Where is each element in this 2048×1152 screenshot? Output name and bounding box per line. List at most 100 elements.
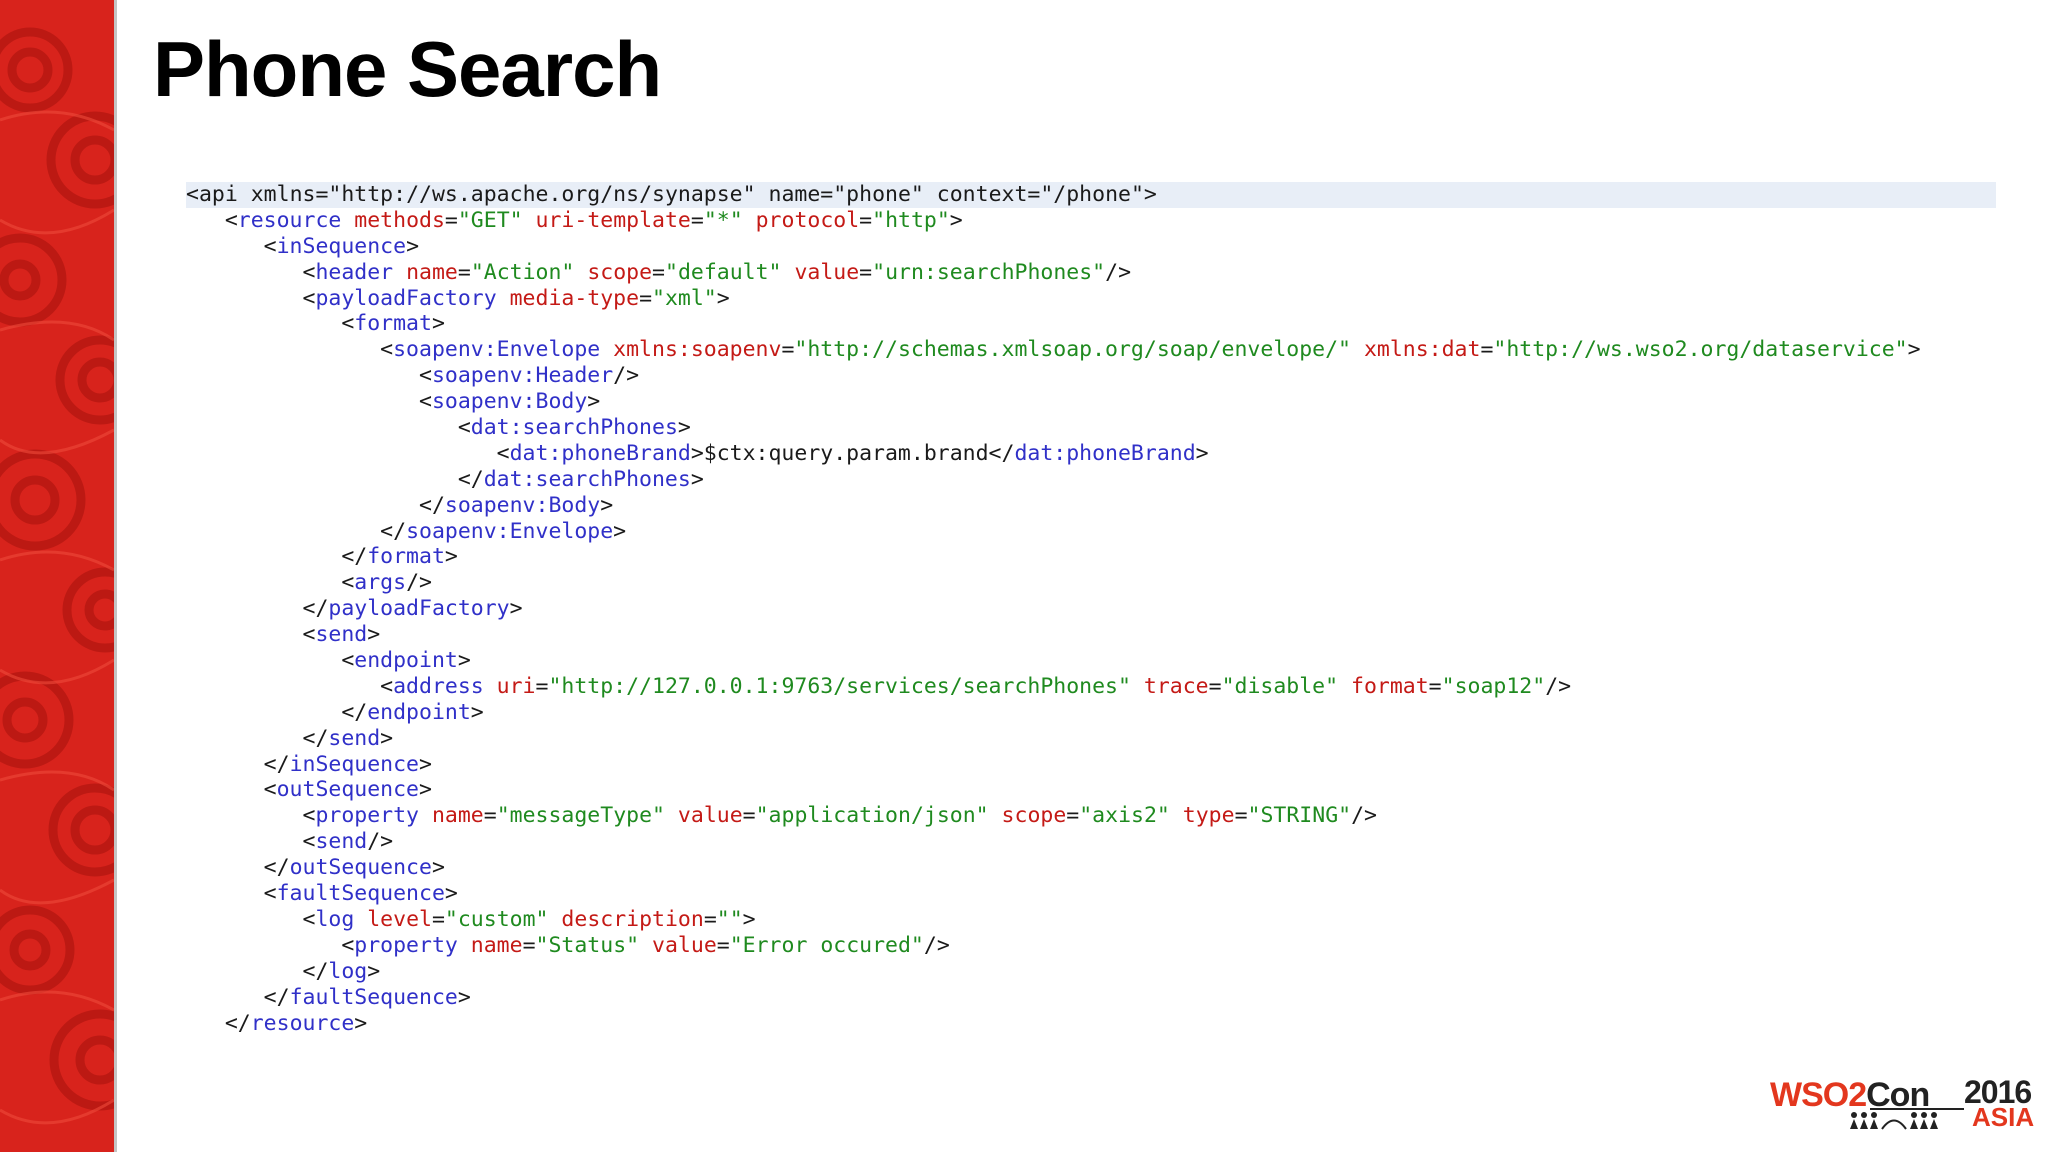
code-line: <outSequence> bbox=[186, 777, 1996, 803]
code-token: < bbox=[186, 881, 277, 907]
code-token: = bbox=[483, 803, 497, 829]
code-token: > bbox=[380, 725, 394, 751]
code-line: <soapenv:Body> bbox=[186, 389, 1996, 415]
code-token: > bbox=[431, 311, 445, 337]
code-token: </ bbox=[186, 958, 329, 984]
code-line: <dat:phoneBrand>$ctx:query.param.brand</… bbox=[186, 441, 1996, 467]
code-token: = bbox=[1208, 673, 1222, 699]
code-line: <payloadFactory media-type="xml"> bbox=[186, 286, 1996, 312]
code-token: < bbox=[186, 363, 432, 389]
code-token: property bbox=[315, 803, 420, 829]
code-token: value bbox=[781, 259, 860, 285]
code-line: <send/> bbox=[186, 829, 1996, 855]
code-token: > bbox=[431, 855, 445, 881]
code-token: = bbox=[522, 932, 536, 958]
logo-region: ASIA bbox=[1972, 1102, 2035, 1132]
code-token: < bbox=[186, 829, 316, 855]
code-token: format bbox=[367, 544, 445, 570]
code-token: < bbox=[186, 259, 316, 285]
code-token: /> bbox=[1351, 803, 1377, 829]
decorative-sidebar bbox=[0, 0, 114, 1152]
code-token: = bbox=[781, 337, 795, 363]
code-line: </endpoint> bbox=[186, 700, 1996, 726]
code-token: > bbox=[600, 492, 614, 518]
code-token: = bbox=[859, 259, 873, 285]
code-token: </ bbox=[186, 1010, 251, 1036]
code-line: </format> bbox=[186, 544, 1996, 570]
code-token: </ bbox=[186, 699, 368, 725]
code-line: </soapenv:Body> bbox=[186, 493, 1996, 519]
code-token: log bbox=[315, 906, 355, 932]
code-token: > bbox=[367, 622, 381, 648]
code-token: "http://schemas.xmlsoap.org/soap/envelop… bbox=[794, 337, 1351, 363]
code-token: protocol bbox=[742, 207, 860, 233]
code-token: xmlns:dat bbox=[1351, 337, 1481, 363]
code-token: = bbox=[742, 803, 756, 829]
code-token: < bbox=[186, 648, 355, 674]
code-token: </ bbox=[186, 725, 329, 751]
code-token: </ bbox=[186, 751, 290, 777]
code-line: </outSequence> bbox=[186, 855, 1996, 881]
code-token: > bbox=[367, 958, 381, 984]
code-token: outSequence bbox=[289, 855, 432, 881]
code-line: </dat:searchPhones> bbox=[186, 467, 1996, 493]
code-token: format bbox=[1338, 673, 1429, 699]
code-token: endpoint bbox=[354, 648, 458, 674]
code-line: <soapenv:Header/> bbox=[186, 363, 1996, 389]
code-token: scope bbox=[574, 259, 653, 285]
code-token: payloadFactory bbox=[315, 285, 497, 311]
code-token: "GET" bbox=[457, 207, 523, 233]
code-token: context= bbox=[923, 182, 1041, 207]
code-token: "messageType" bbox=[496, 803, 665, 829]
code-token: uri bbox=[483, 673, 536, 699]
code-token: > bbox=[677, 415, 691, 441]
code-token: > bbox=[742, 906, 756, 932]
code-line: <address uri="http://127.0.0.1:9763/serv… bbox=[186, 674, 1996, 700]
code-token: media-type bbox=[496, 285, 640, 311]
code-token: "STRING" bbox=[1247, 803, 1352, 829]
code-token: "application/json" bbox=[755, 803, 989, 829]
code-token: "http://ws.wso2.org/dataservice" bbox=[1493, 337, 1908, 363]
code-token: methods bbox=[341, 207, 445, 233]
code-token: soapenv:Body bbox=[444, 492, 601, 518]
code-token: < bbox=[186, 182, 199, 207]
code-token: </ bbox=[186, 492, 445, 518]
code-token: </ bbox=[186, 518, 407, 544]
code-line: <property name="messageType" value="appl… bbox=[186, 803, 1996, 829]
code-token: "http://ws.apache.org/ns/synapse" bbox=[328, 182, 756, 207]
code-token: </ bbox=[186, 544, 368, 570]
logo-brand-prefix: WSO2 bbox=[1770, 1076, 1867, 1114]
code-token: dat:phoneBrand bbox=[509, 440, 691, 466]
code-token: = bbox=[716, 932, 730, 958]
code-token: "urn:searchPhones" bbox=[872, 259, 1106, 285]
code-block: <api xmlns="http://ws.apache.org/ns/syna… bbox=[186, 182, 1996, 1036]
code-token: /> bbox=[1545, 673, 1572, 699]
code-token: < bbox=[186, 389, 432, 415]
code-token: uri-template bbox=[522, 207, 691, 233]
code-token: soapenv:Body bbox=[431, 389, 588, 415]
code-token: name bbox=[419, 803, 484, 829]
code-token: format bbox=[354, 311, 432, 337]
code-token: dat:searchPhones bbox=[483, 466, 691, 492]
code-token: < bbox=[186, 207, 238, 233]
code-token: name bbox=[457, 932, 523, 958]
code-line: <dat:searchPhones> bbox=[186, 415, 1996, 441]
code-token: </ bbox=[186, 984, 290, 1010]
code-token: header bbox=[315, 259, 394, 285]
code-token: "*" bbox=[703, 207, 743, 233]
code-token: args bbox=[354, 570, 407, 596]
code-token: name= bbox=[755, 182, 834, 207]
code-token: = bbox=[444, 207, 458, 233]
code-token: api bbox=[198, 182, 238, 207]
code-token: value bbox=[664, 803, 743, 829]
code-token: faultSequence bbox=[289, 984, 458, 1010]
code-token: scope bbox=[988, 803, 1067, 829]
code-token: > bbox=[716, 285, 730, 311]
code-line: <args/> bbox=[186, 570, 1996, 596]
code-token: < bbox=[186, 570, 355, 596]
people-silhouettes-icon bbox=[1850, 1112, 1938, 1130]
code-line: </send> bbox=[186, 726, 1996, 752]
code-line: </resource> bbox=[186, 1011, 1996, 1037]
code-token: > bbox=[587, 389, 601, 415]
code-token: > bbox=[457, 648, 471, 674]
